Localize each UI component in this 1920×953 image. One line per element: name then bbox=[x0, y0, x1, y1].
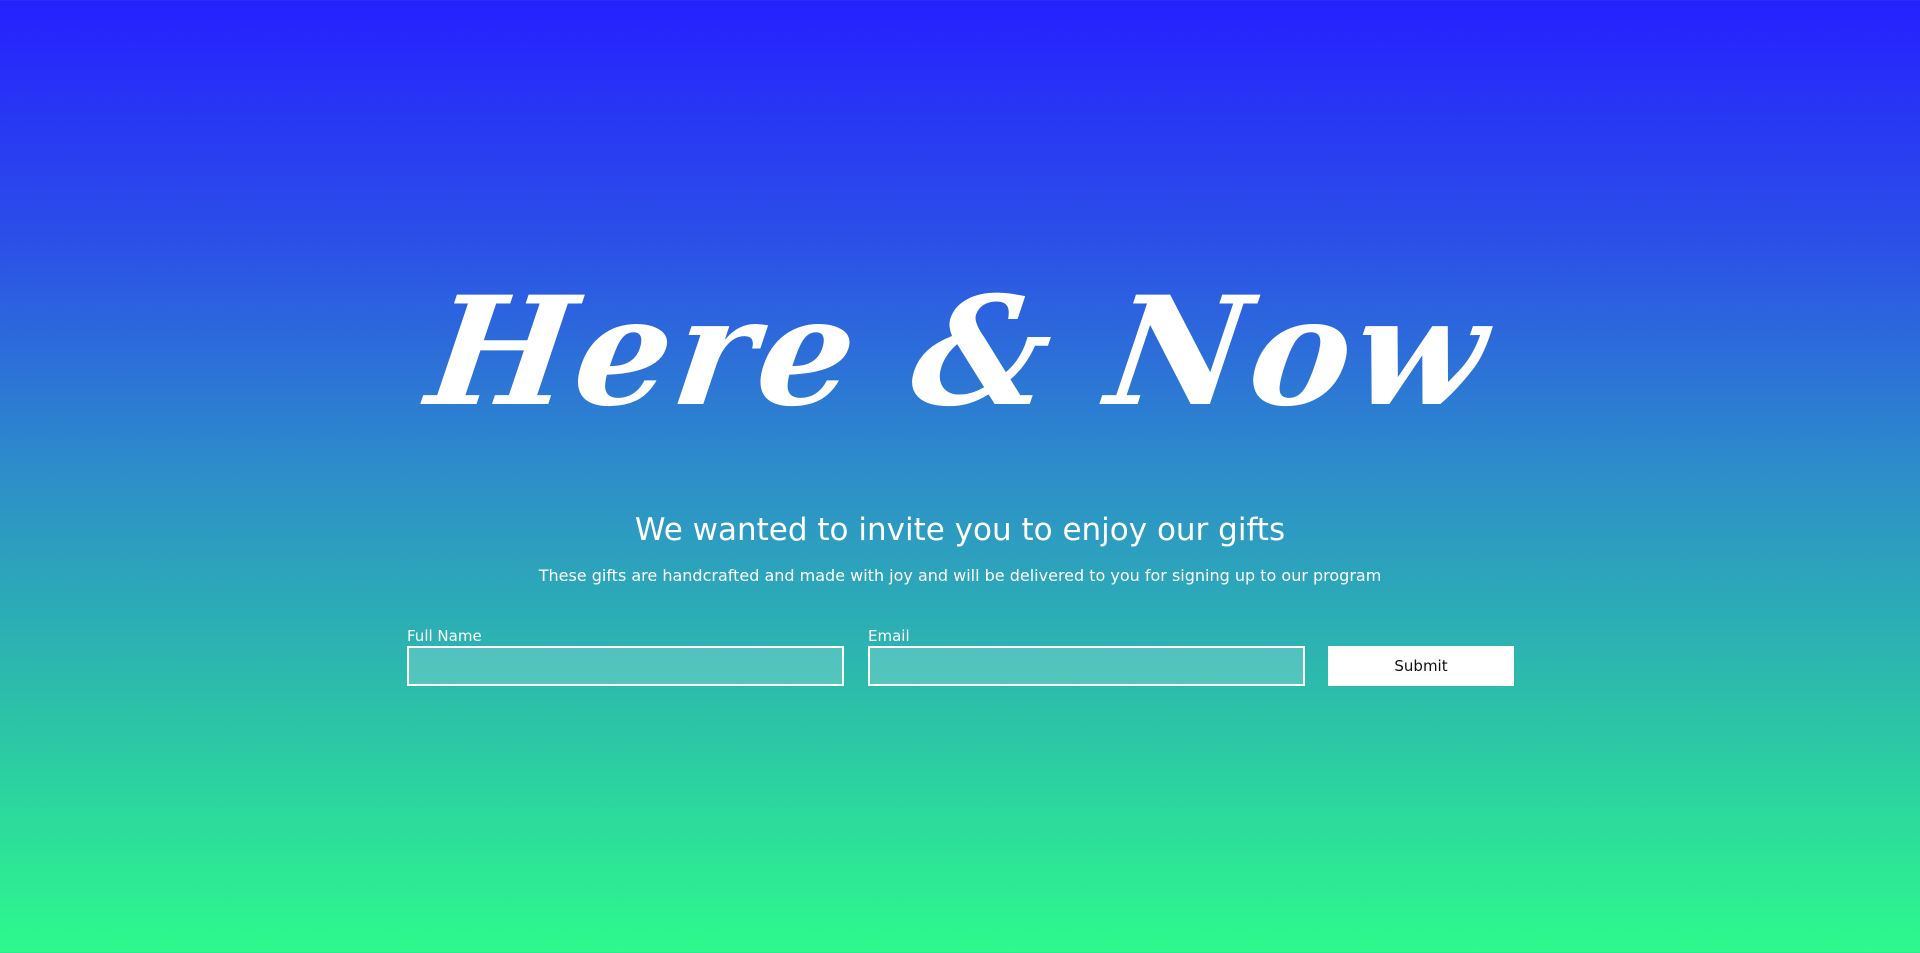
signup-form: Full Name Email Submit bbox=[407, 625, 1514, 686]
page-subtitle: We wanted to invite you to enjoy our gif… bbox=[634, 512, 1286, 548]
submit-button[interactable]: Submit bbox=[1328, 646, 1514, 686]
page-title: Here & Now bbox=[418, 264, 1502, 440]
email-label: Email bbox=[868, 627, 910, 645]
email-field-group: Email bbox=[868, 625, 1305, 686]
page-tagline: These gifts are handcrafted and made wit… bbox=[538, 566, 1382, 585]
full-name-field-group: Full Name bbox=[407, 625, 844, 686]
email-input[interactable] bbox=[868, 646, 1305, 686]
hero-section: Here & Now We wanted to invite you to en… bbox=[0, 0, 1920, 953]
full-name-input[interactable] bbox=[407, 646, 844, 686]
full-name-label: Full Name bbox=[407, 627, 482, 645]
